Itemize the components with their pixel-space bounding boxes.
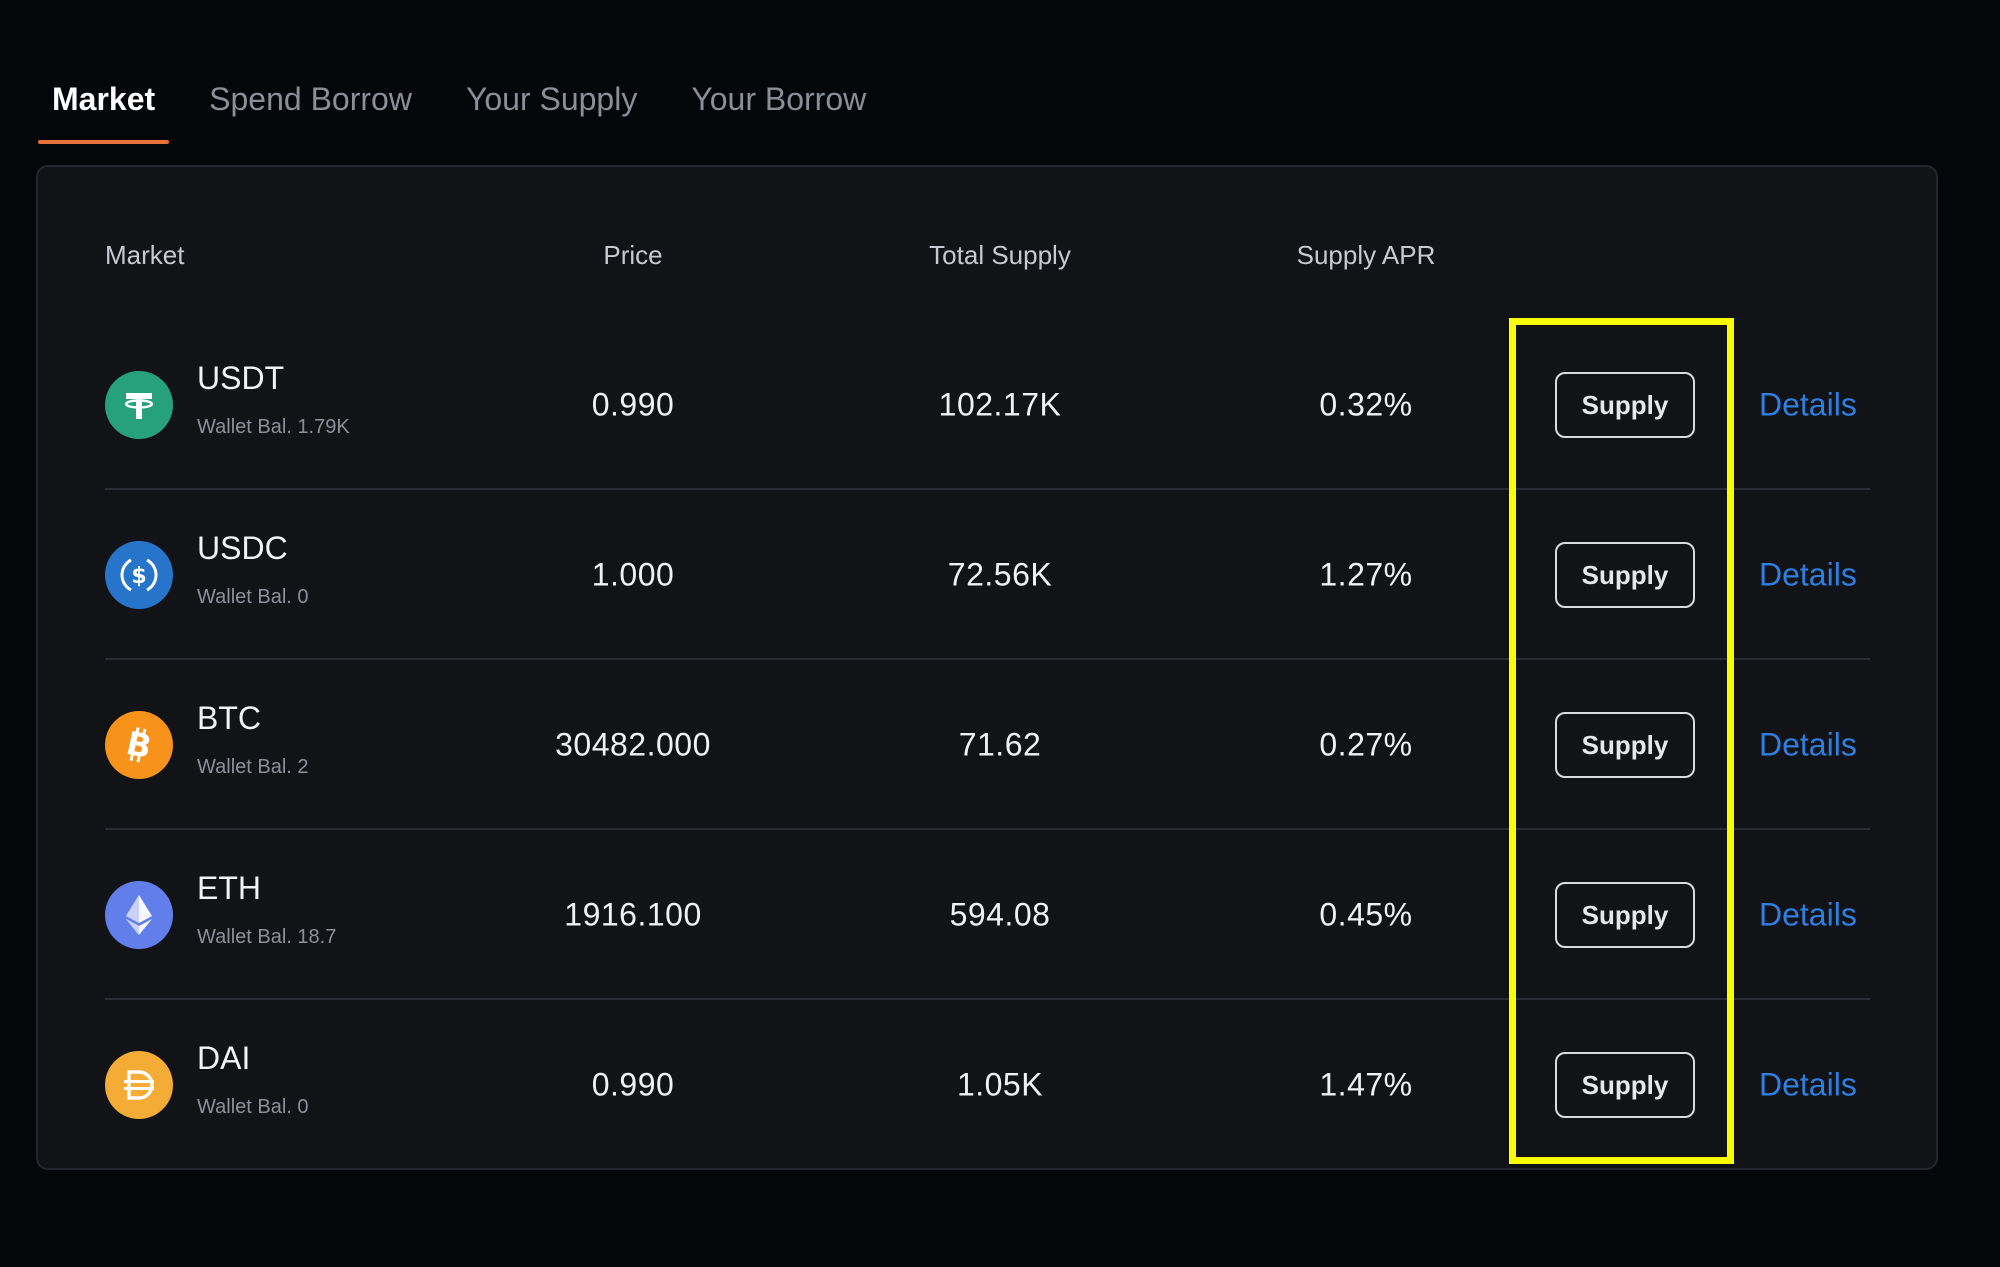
supply-apr-value: 1.27% <box>1319 556 1413 593</box>
details-link[interactable]: Details <box>1759 1067 1857 1104</box>
price-value: 30482.000 <box>555 726 711 763</box>
header-price: Price <box>603 240 663 270</box>
asset-symbol: BTC <box>197 700 261 736</box>
asset-symbol: USDC <box>197 530 288 566</box>
tab-spend-borrow[interactable]: Spend Borrow <box>195 65 426 144</box>
supply-apr-value: 0.45% <box>1319 896 1413 933</box>
tab-market[interactable]: Market <box>38 65 170 144</box>
asset-symbol: USDT <box>197 360 285 396</box>
tab-bar: Market Spend Borrow Your Supply Your Bor… <box>38 64 906 144</box>
ethereum-icon <box>105 881 173 949</box>
wallet-balance: Wallet Bal. 1.79K <box>197 416 350 438</box>
table-row: ETH Wallet Bal. 18.7 1916.100 594.08 0.4… <box>105 830 1870 1000</box>
total-supply-value: 594.08 <box>949 896 1051 933</box>
asset-symbol: DAI <box>197 1040 251 1076</box>
price-value: 1916.100 <box>564 896 702 933</box>
dai-icon <box>105 1051 173 1119</box>
supply-button[interactable]: Supply <box>1555 1052 1695 1118</box>
supply-button[interactable]: Supply <box>1555 542 1695 608</box>
total-supply-value: 1.05K <box>956 1066 1044 1103</box>
supply-button[interactable]: Supply <box>1555 712 1695 778</box>
wallet-balance: Wallet Bal. 18.7 <box>197 926 337 948</box>
table-row: DAI Wallet Bal. 0 0.990 1.05K 1.47% Supp… <box>105 1000 1870 1170</box>
supply-button[interactable]: Supply <box>1555 882 1695 948</box>
table-row: $ USDC Wallet Bal. 0 1.000 72.56K 1.27% … <box>105 490 1870 660</box>
tether-icon <box>105 371 173 439</box>
details-link[interactable]: Details <box>1759 387 1857 424</box>
bitcoin-icon: B <box>105 711 173 779</box>
details-link[interactable]: Details <box>1759 897 1857 934</box>
price-value: 0.990 <box>591 386 675 423</box>
details-link[interactable]: Details <box>1759 557 1857 594</box>
header-market: Market <box>105 240 185 270</box>
wallet-balance: Wallet Bal. 0 <box>197 586 309 608</box>
header-supply-apr: Supply APR <box>1296 240 1436 270</box>
supply-apr-value: 0.32% <box>1319 386 1413 423</box>
supply-apr-value: 0.27% <box>1319 726 1413 763</box>
total-supply-value: 102.17K <box>938 386 1062 423</box>
usdc-icon: $ <box>105 541 173 609</box>
total-supply-value: 72.56K <box>947 556 1053 593</box>
supply-button[interactable]: Supply <box>1555 372 1695 438</box>
total-supply-value: 71.62 <box>958 726 1042 763</box>
svg-text:$: $ <box>131 564 146 589</box>
price-value: 1.000 <box>591 556 675 593</box>
details-link[interactable]: Details <box>1759 727 1857 764</box>
table-row: USDT Wallet Bal. 1.79K 0.990 102.17K 0.3… <box>105 320 1870 490</box>
table-row: B BTC Wallet Bal. 2 30482.000 71.62 0.27… <box>105 660 1870 830</box>
page: Market Spend Borrow Your Supply Your Bor… <box>0 0 2000 1267</box>
price-value: 0.990 <box>591 1066 675 1103</box>
tab-your-borrow[interactable]: Your Borrow <box>677 65 880 144</box>
supply-apr-value: 1.47% <box>1319 1066 1413 1103</box>
asset-symbol: ETH <box>197 870 261 906</box>
wallet-balance: Wallet Bal. 2 <box>197 756 309 778</box>
wallet-balance: Wallet Bal. 0 <box>197 1096 309 1118</box>
header-total-supply: Total Supply <box>929 240 1071 270</box>
tab-your-supply[interactable]: Your Supply <box>452 65 651 144</box>
